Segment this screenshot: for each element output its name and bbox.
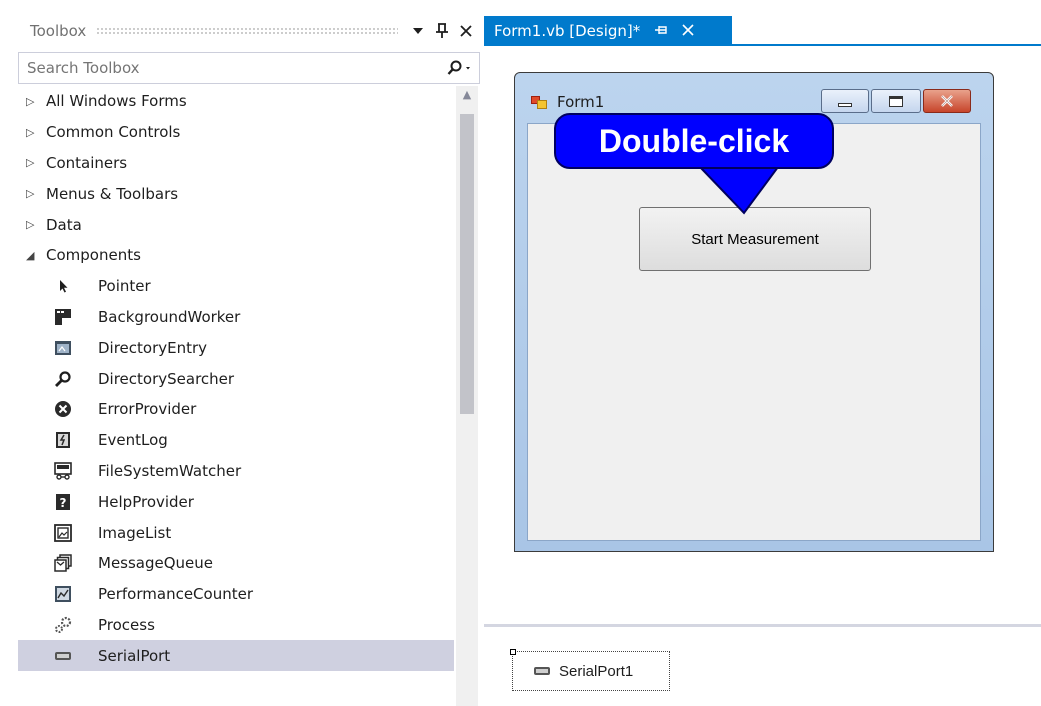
performance-counter-icon <box>48 585 78 603</box>
toolbox-item-messagequeue[interactable]: MessageQueue <box>18 548 454 579</box>
double-click-callout: Double-click <box>554 113 834 169</box>
search-icon[interactable] <box>441 53 479 83</box>
group-label: Common Controls <box>46 123 181 142</box>
toolbox-item-directorysearcher[interactable]: DirectorySearcher <box>18 363 454 394</box>
toolbox-item-process[interactable]: Process <box>18 610 454 641</box>
expand-arrow-icon[interactable]: ▷ <box>26 156 46 169</box>
toolbox-item-label: PerformanceCounter <box>98 585 253 604</box>
component-label: SerialPort1 <box>559 662 634 680</box>
help-provider-icon: ? <box>48 493 78 511</box>
toolbox-item-label: DirectoryEntry <box>98 338 208 357</box>
group-label: Menus & Toolbars <box>46 184 179 203</box>
toolbox-item-pointer[interactable]: Pointer <box>18 271 454 302</box>
toolbox-item-errorprovider[interactable]: ErrorProvider <box>18 394 454 425</box>
toolbox-item-label: MessageQueue <box>98 554 214 573</box>
toolbox-group-menus-toolbars[interactable]: ▷ Menus & Toolbars <box>18 178 454 209</box>
toolbox-group-containers[interactable]: ▷ Containers <box>18 148 454 179</box>
expand-arrow-icon[interactable]: ▷ <box>26 187 46 200</box>
group-label: Containers <box>46 153 128 172</box>
message-queue-icon <box>48 554 78 573</box>
serial-port-icon <box>533 666 551 676</box>
toolbox-item-serialport[interactable]: SerialPort <box>18 640 454 672</box>
toolbox-drag-grip[interactable] <box>96 27 398 35</box>
toolbox-item-label: DirectorySearcher <box>98 369 235 388</box>
tab-label: Form1.vb [Design]* <box>494 22 641 40</box>
toolbox-list: ▷ All Windows Forms ▷ Common Controls ▷ … <box>18 86 454 706</box>
directory-entry-icon <box>48 340 78 356</box>
toolbox-group-data[interactable]: ▷ Data <box>18 209 454 240</box>
toolbox-item-label: SerialPort <box>98 646 171 665</box>
expand-arrow-icon[interactable]: ▷ <box>26 126 46 139</box>
toolbox-item-directoryentry[interactable]: DirectoryEntry <box>18 332 454 363</box>
toolbox-item-filesystemwatcher[interactable]: FileSystemWatcher <box>18 456 454 487</box>
toolbox-search-input[interactable] <box>19 53 441 83</box>
background-worker-icon <box>48 308 78 326</box>
error-provider-icon <box>48 400 78 418</box>
scroll-up-arrow-icon[interactable]: ▲ <box>456 88 478 108</box>
svg-text:?: ? <box>60 496 67 510</box>
toolbox-search-box <box>18 52 480 84</box>
toolbox-item-imagelist[interactable]: ImageList <box>18 517 454 548</box>
group-label: Components <box>46 246 141 265</box>
toolbox-item-eventlog[interactable]: EventLog <box>18 425 454 456</box>
pointer-icon <box>48 278 78 294</box>
pin-icon[interactable] <box>654 24 668 39</box>
toolbox-group-common-controls[interactable]: ▷ Common Controls <box>18 117 454 148</box>
file-system-watcher-icon <box>48 462 78 480</box>
group-label: All Windows Forms <box>46 92 187 111</box>
toolbox-item-label: ErrorProvider <box>98 400 197 419</box>
scrollbar-thumb[interactable] <box>460 114 474 414</box>
toolbox-item-label: ImageList <box>98 523 172 542</box>
window-position-dropdown-icon[interactable] <box>408 21 428 41</box>
serialport1-component[interactable]: SerialPort1 <box>510 649 670 691</box>
window-controls <box>821 89 973 113</box>
form-title: Form1 <box>557 93 605 111</box>
close-icon[interactable] <box>682 22 694 40</box>
collapse-arrow-icon[interactable]: ◢ <box>26 249 46 262</box>
toolbox-title-bar: Toolbox <box>0 16 480 46</box>
form-client-area[interactable] <box>527 123 981 541</box>
toolbox-item-backgroundworker[interactable]: BackgroundWorker <box>18 302 454 333</box>
toolbox-scrollbar[interactable]: ▲ <box>456 86 478 706</box>
toolbox-item-label: FileSystemWatcher <box>98 461 242 480</box>
expand-arrow-icon[interactable]: ▷ <box>26 95 46 108</box>
toolbox-item-label: HelpProvider <box>98 492 194 511</box>
toolbox-title: Toolbox <box>30 22 87 40</box>
toolbox-item-performancecounter[interactable]: PerformanceCounter <box>18 579 454 610</box>
tab-form1-design[interactable]: Form1.vb [Design]* <box>484 16 732 46</box>
toolbox-group-components[interactable]: ◢ Components <box>18 240 454 271</box>
maximize-icon[interactable] <box>871 89 921 113</box>
serial-port-icon <box>48 651 78 661</box>
minimize-icon[interactable] <box>821 89 869 113</box>
toolbox-item-helpprovider[interactable]: ? HelpProvider <box>18 486 454 517</box>
directory-searcher-icon <box>48 370 78 388</box>
toolbox-item-label: Pointer <box>98 277 151 296</box>
toolbox-item-label: BackgroundWorker <box>98 307 241 326</box>
process-icon <box>48 615 78 635</box>
selection-handle[interactable] <box>510 649 516 655</box>
toolbox-item-label: EventLog <box>98 431 168 450</box>
image-list-icon <box>48 523 78 542</box>
expand-arrow-icon[interactable]: ▷ <box>26 218 46 231</box>
toolbox-panel: Toolbox ▷ All Windows Forms ▷ Commo <box>0 0 480 706</box>
event-log-icon <box>48 431 78 449</box>
toolbox-group-all-windows-forms[interactable]: ▷ All Windows Forms <box>18 86 454 117</box>
toolbox-item-label: Process <box>98 615 155 634</box>
document-tab-strip: Form1.vb [Design]* <box>484 16 1041 46</box>
form-icon <box>531 94 549 110</box>
group-label: Data <box>46 215 82 234</box>
start-measurement-button[interactable]: Start Measurement <box>639 207 871 271</box>
close-window-icon[interactable] <box>923 89 971 113</box>
close-icon[interactable] <box>456 21 476 41</box>
pin-icon[interactable] <box>432 21 452 41</box>
